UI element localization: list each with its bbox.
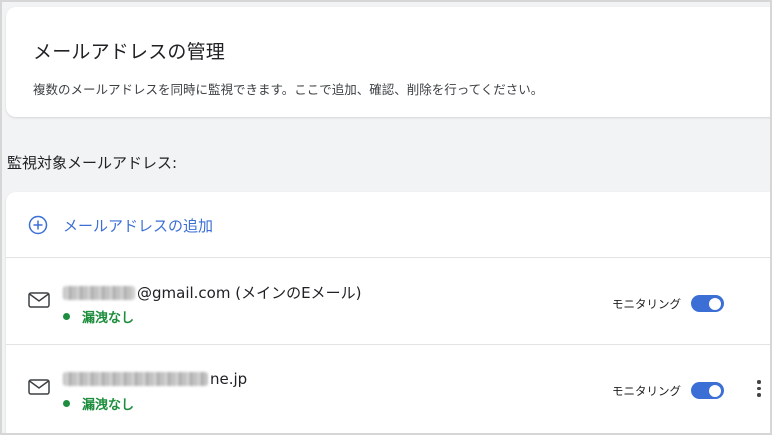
email-address: @gmail.com (メインのEメール) (63, 282, 361, 303)
email-list-card: メールアドレスの追加 @gmail.com (メインのEメール) 漏洩なし モニ… (6, 192, 770, 433)
monitoring-label: モニタリング (612, 384, 681, 398)
email-address: ne.jp (63, 370, 247, 388)
mail-icon (28, 379, 50, 395)
breach-status-text: 漏洩なし (82, 398, 135, 413)
toggle-knob (709, 297, 721, 310)
email-address-text: @gmail.com (メインのEメール) (137, 284, 362, 302)
redacted-text (63, 285, 135, 300)
status-dot-icon (63, 313, 70, 320)
page-description: 複数のメールアドレスを同時に監視できます。ここで追加、確認、削除を行ってください… (33, 82, 544, 97)
section-heading: 監視対象メールアドレス: (7, 154, 178, 172)
email-row: ne.jp 漏洩なし モニタリング (6, 346, 770, 432)
add-email-button[interactable]: メールアドレスの追加 (6, 192, 770, 258)
monitoring-toggle[interactable] (691, 295, 724, 312)
more-options-icon[interactable] (755, 380, 763, 400)
breach-status: 漏洩なし (63, 394, 134, 413)
header-card: メールアドレスの管理 複数のメールアドレスを同時に監視できます。ここで追加、確認… (6, 7, 770, 117)
add-email-label: メールアドレスの追加 (63, 217, 214, 235)
redacted-text (63, 372, 208, 386)
email-row: @gmail.com (メインのEメール) 漏洩なし モニタリング (6, 259, 770, 345)
monitoring-toggle[interactable] (691, 382, 724, 399)
toggle-knob (709, 384, 721, 397)
breach-status: 漏洩なし (63, 307, 134, 326)
status-dot-icon (63, 400, 70, 407)
breach-status-text: 漏洩なし (82, 311, 135, 326)
plus-circle-icon (28, 215, 48, 235)
mail-icon (28, 292, 50, 308)
monitoring-label: モニタリング (612, 297, 681, 311)
page-title: メールアドレスの管理 (33, 41, 226, 63)
email-address-text: ne.jp (210, 370, 248, 388)
app-frame: メールアドレスの管理 複数のメールアドレスを同時に監視できます。ここで追加、確認… (2, 2, 770, 433)
